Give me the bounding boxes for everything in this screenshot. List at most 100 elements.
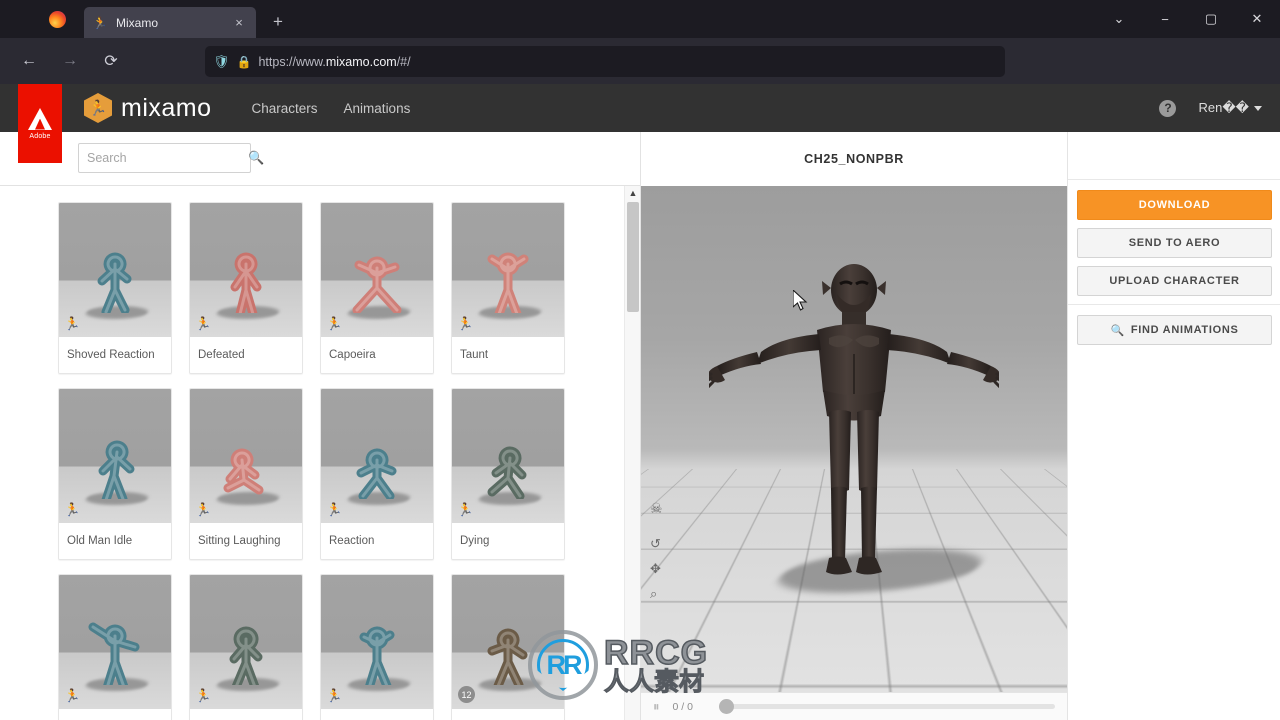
animation-thumbnail: 🏃	[190, 575, 302, 709]
animation-thumbnail: 🏃	[321, 389, 433, 523]
runner-icon: 🏃	[457, 502, 474, 517]
grid-scrollbar[interactable]: ▲	[624, 186, 640, 720]
animation-grid-panel: 🏃 Shoved Reaction 🏃 Defeated 🏃 Capoeira 🏃 Taunt…	[0, 186, 640, 720]
pause-button[interactable]: ⏸	[653, 699, 659, 715]
panel-divider-top	[1068, 132, 1280, 180]
url-text: https://www.mixamo.com/#/	[258, 54, 411, 69]
animation-thumbnail: 🏃	[452, 389, 564, 523]
runner-icon: 🏃	[326, 688, 343, 703]
new-tab-button[interactable]: +	[266, 10, 290, 34]
runner-icon: 🏃	[195, 502, 212, 517]
animation-card[interactable]: 🏃 Capoeira	[320, 202, 434, 374]
send-to-aero-button[interactable]: SEND TO AERO	[1077, 228, 1272, 258]
playback-bar: ⏸ 0 / 0	[641, 692, 1067, 720]
runner-icon: 🏃	[195, 688, 212, 703]
zoom-icon[interactable]: ⌕	[650, 587, 663, 600]
find-animations-label: FIND ANIMATIONS	[1130, 324, 1239, 336]
character-figure	[460, 207, 556, 313]
tab-list-chevron-icon[interactable]: ⌄	[1096, 0, 1142, 38]
animation-thumbnail: 🏃	[59, 203, 171, 337]
nav-item-animations[interactable]: Animations	[344, 101, 411, 116]
animation-card[interactable]: 🏃 Sitting Laughing	[189, 388, 303, 560]
forward-button[interactable]: →	[53, 44, 87, 78]
runner-icon: 🏃	[64, 316, 81, 331]
browser-tab-bar: 🏃 Mixamo × + ⌄ − ▢ ✕	[0, 0, 1280, 38]
animation-label: Shoved Reaction	[59, 337, 171, 373]
animation-label	[59, 709, 171, 720]
runner-icon: 🏃	[195, 316, 212, 331]
character-figure	[460, 393, 556, 499]
upload-character-button[interactable]: UPLOAD CHARACTER	[1077, 266, 1272, 296]
animation-card[interactable]: 🏃 Shoved Reaction	[58, 202, 172, 374]
animation-thumbnail: 🏃	[190, 389, 302, 523]
runner-icon: 🏃	[64, 502, 81, 517]
animation-card[interactable]: 🏃 Old Man Idle	[58, 388, 172, 560]
character-figure	[329, 393, 425, 499]
animation-card[interactable]: 🏃 Taunt	[451, 202, 565, 374]
timeline-slider[interactable]	[718, 699, 1055, 714]
skull-icon[interactable]: ☠	[650, 501, 663, 515]
animation-card[interactable]: 🏃 Reaction	[320, 388, 434, 560]
animation-label: Dying	[452, 523, 564, 559]
character-model	[695, 254, 1013, 659]
character-viewer: CH25_NONPBR ☠ ↺ ✥ ⌕ ⏸ 0 / 0 DOWNLOAD SEN…	[640, 132, 1280, 720]
animation-label	[452, 709, 564, 720]
close-window-button[interactable]: ✕	[1234, 0, 1280, 38]
adobe-a-icon	[28, 107, 52, 130]
animation-thumbnail: 🏃	[452, 203, 564, 337]
mixamo-brand[interactable]: 🏃 mixamo	[84, 93, 212, 123]
help-icon[interactable]: ?	[1159, 99, 1177, 117]
reload-button[interactable]: ⟳	[94, 44, 128, 78]
animation-card[interactable]: 🏃	[189, 574, 303, 720]
mixamo-app: 🏃 mixamo Characters Animations ? Ren�� A…	[0, 84, 1280, 720]
user-name: Ren��	[1198, 100, 1249, 115]
tab-favicon-icon: 🏃	[92, 15, 108, 30]
mixamo-logo-icon: 🏃	[84, 93, 112, 123]
animation-card[interactable]: 12	[451, 574, 565, 720]
user-menu[interactable]: Ren��	[1198, 100, 1262, 116]
search-icon: 🔍	[1110, 324, 1125, 337]
animation-card[interactable]: 🏃	[58, 574, 172, 720]
adobe-label: Adobe	[29, 132, 51, 140]
character-figure	[198, 393, 294, 499]
viewport-3d[interactable]: ☠ ↺ ✥ ⌕	[641, 186, 1067, 692]
animation-thumbnail: 🏃	[321, 575, 433, 709]
animation-card[interactable]: 🏃 Defeated	[189, 202, 303, 374]
character-figure	[460, 579, 556, 685]
header-right: ? Ren��	[1159, 84, 1262, 132]
chevron-down-icon	[1254, 105, 1262, 111]
scrollbar-thumb[interactable]	[627, 202, 639, 312]
url-bar[interactable]: 🛡 🔒 https://www.mixamo.com/#/	[205, 46, 1005, 77]
browser-tab[interactable]: 🏃 Mixamo ×	[84, 7, 256, 38]
lock-icon: 🔒	[236, 54, 252, 69]
pan-icon[interactable]: ✥	[650, 562, 663, 575]
tab-title: Mixamo	[116, 15, 159, 30]
character-figure	[329, 207, 425, 313]
timeline-handle[interactable]	[718, 699, 734, 714]
back-button[interactable]: ←	[12, 44, 46, 78]
character-title: CH25_NONPBR	[804, 152, 904, 166]
minimize-button[interactable]: −	[1142, 0, 1188, 38]
animation-label: Capoeira	[321, 337, 433, 373]
animation-thumbnail: 🏃	[321, 203, 433, 337]
animation-label: Reaction	[321, 523, 433, 559]
search-icon[interactable]: 🔍	[248, 150, 264, 166]
animation-card[interactable]: 🏃 Dying	[451, 388, 565, 560]
download-button[interactable]: DOWNLOAD	[1077, 190, 1272, 220]
animation-grid: 🏃 Shoved Reaction 🏃 Defeated 🏃 Capoeira 🏃 Taunt…	[0, 186, 624, 720]
maximize-button[interactable]: ▢	[1188, 0, 1234, 38]
character-figure	[329, 579, 425, 685]
character-figure	[67, 393, 163, 499]
search-toolbar: 🔍	[0, 132, 640, 186]
rotate-icon[interactable]: ↺	[650, 537, 663, 550]
thumbnail-badge: 12	[458, 686, 475, 703]
search-input[interactable]	[87, 151, 248, 165]
frame-counter: 0 / 0	[672, 700, 693, 713]
tab-close-icon[interactable]: ×	[230, 14, 248, 32]
animation-card[interactable]: 🏃	[320, 574, 434, 720]
search-field-wrapper[interactable]: 🔍	[78, 143, 264, 173]
runner-icon: 🏃	[457, 316, 474, 331]
find-animations-button[interactable]: 🔍 FIND ANIMATIONS	[1077, 315, 1272, 345]
scroll-up-arrow-icon[interactable]: ▲	[625, 186, 641, 200]
nav-item-characters[interactable]: Characters	[252, 101, 318, 116]
